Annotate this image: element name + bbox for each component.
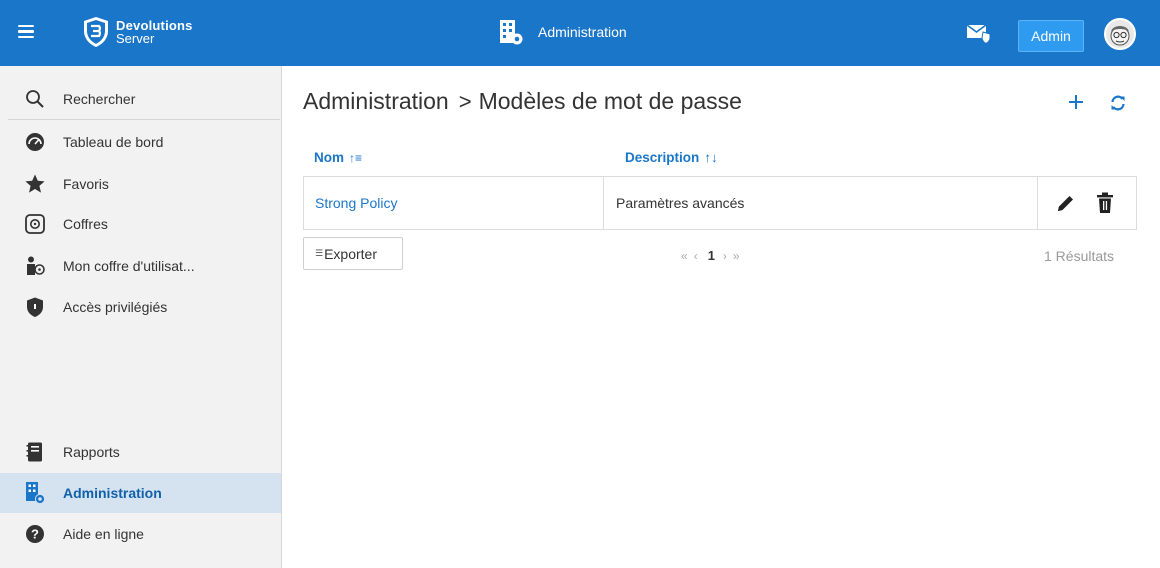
trash-icon (1097, 192, 1113, 213)
section-header: Administration (498, 18, 627, 46)
svg-text:?: ? (31, 527, 39, 542)
template-name-link[interactable]: Strong Policy (304, 177, 604, 229)
administration-building-icon (500, 20, 523, 45)
main-content: Administration > Modèles de mot de passe… (283, 66, 1160, 568)
pencil-icon (1058, 196, 1073, 211)
page-title: Modèles de mot de passe (478, 88, 742, 114)
column-header-name[interactable]: Nom ↑≡ (314, 150, 362, 165)
column-header-label: Description (625, 150, 700, 165)
refresh-icon (1111, 95, 1125, 111)
user-vault-icon (23, 254, 47, 278)
app-logo[interactable]: Devolutions Server (82, 12, 193, 52)
sidebar-item-user-vault[interactable]: Mon coffre d'utilisat... (0, 246, 281, 286)
templates-table: Strong Policy Paramètres avancés (303, 176, 1137, 230)
first-page-button[interactable]: « (681, 249, 688, 263)
hamburger-menu-icon[interactable] (18, 22, 40, 42)
column-header-label: Nom (314, 150, 344, 165)
plus-icon (1069, 95, 1083, 109)
sort-icon: ↑↓ (704, 150, 718, 165)
edit-button[interactable] (1056, 193, 1076, 213)
last-page-button[interactable]: » (733, 249, 740, 263)
export-button[interactable]: ☰ Exporter (303, 237, 403, 270)
list-icon: ☰ (315, 248, 324, 258)
template-description: Paramètres avancés (604, 177, 1038, 229)
sidebar-item-search[interactable]: Rechercher (0, 79, 281, 119)
section-title: Administration (538, 24, 627, 40)
star-icon (23, 172, 47, 196)
sidebar-item-administration[interactable]: Administration (0, 473, 281, 513)
administration-icon (23, 481, 47, 505)
breadcrumb: Administration > Modèles de mot de passe (303, 88, 742, 115)
help-icon: ? (23, 522, 47, 546)
breadcrumb-separator: > (458, 88, 472, 114)
sidebar-item-label: Tableau de bord (63, 134, 164, 150)
admin-button[interactable]: Admin (1018, 20, 1084, 52)
sidebar-item-label: Accès privilégiés (63, 299, 168, 315)
search-icon (23, 87, 47, 111)
devolutions-shield-icon (84, 17, 108, 47)
breadcrumb-root[interactable]: Administration (303, 88, 449, 115)
sidebar-item-privileged-access[interactable]: Accès privilégiés (0, 287, 281, 327)
sidebar: Rechercher Tableau de bord Favoris Coffr… (0, 66, 282, 568)
shield-icon (23, 295, 47, 319)
sidebar-item-label: Rapports (63, 444, 120, 460)
sidebar-item-label: Aide en ligne (63, 526, 144, 542)
results-count: 1 Résultats (1044, 248, 1115, 264)
sidebar-item-vaults[interactable]: Coffres (0, 204, 281, 244)
add-button[interactable] (1065, 91, 1087, 113)
refresh-button[interactable] (1109, 94, 1127, 112)
sidebar-item-reports[interactable]: Rapports (0, 432, 281, 472)
sidebar-item-favorites[interactable]: Favoris (0, 164, 281, 204)
sidebar-item-label: Rechercher (63, 91, 136, 107)
report-icon (23, 440, 47, 464)
user-avatar[interactable] (1104, 18, 1136, 50)
current-page[interactable]: 1 (708, 248, 715, 263)
sidebar-divider (8, 119, 280, 120)
sidebar-item-label: Administration (63, 485, 162, 501)
sidebar-item-help[interactable]: ? Aide en ligne (0, 514, 281, 554)
top-bar: Devolutions Server Administration Admin (0, 0, 1160, 66)
pagination: « ‹ 1 › » (681, 248, 746, 263)
export-label: Exporter (324, 245, 377, 262)
dashboard-icon (23, 130, 47, 154)
column-header-description[interactable]: Description ↑↓ (625, 150, 718, 165)
sidebar-item-label: Mon coffre d'utilisat... (63, 258, 195, 274)
prev-page-button[interactable]: ‹ (694, 249, 698, 263)
sidebar-item-dashboard[interactable]: Tableau de bord (0, 122, 281, 162)
row-actions (1038, 177, 1136, 229)
logo-subtitle: Server (116, 31, 155, 46)
sidebar-item-label: Favoris (63, 176, 109, 192)
next-page-button[interactable]: › (723, 249, 727, 263)
vault-icon (23, 212, 47, 236)
sidebar-item-label: Coffres (63, 216, 108, 232)
sort-icon: ↑≡ (349, 150, 363, 165)
messages-icon[interactable] (966, 22, 992, 45)
delete-button[interactable] (1096, 192, 1114, 214)
